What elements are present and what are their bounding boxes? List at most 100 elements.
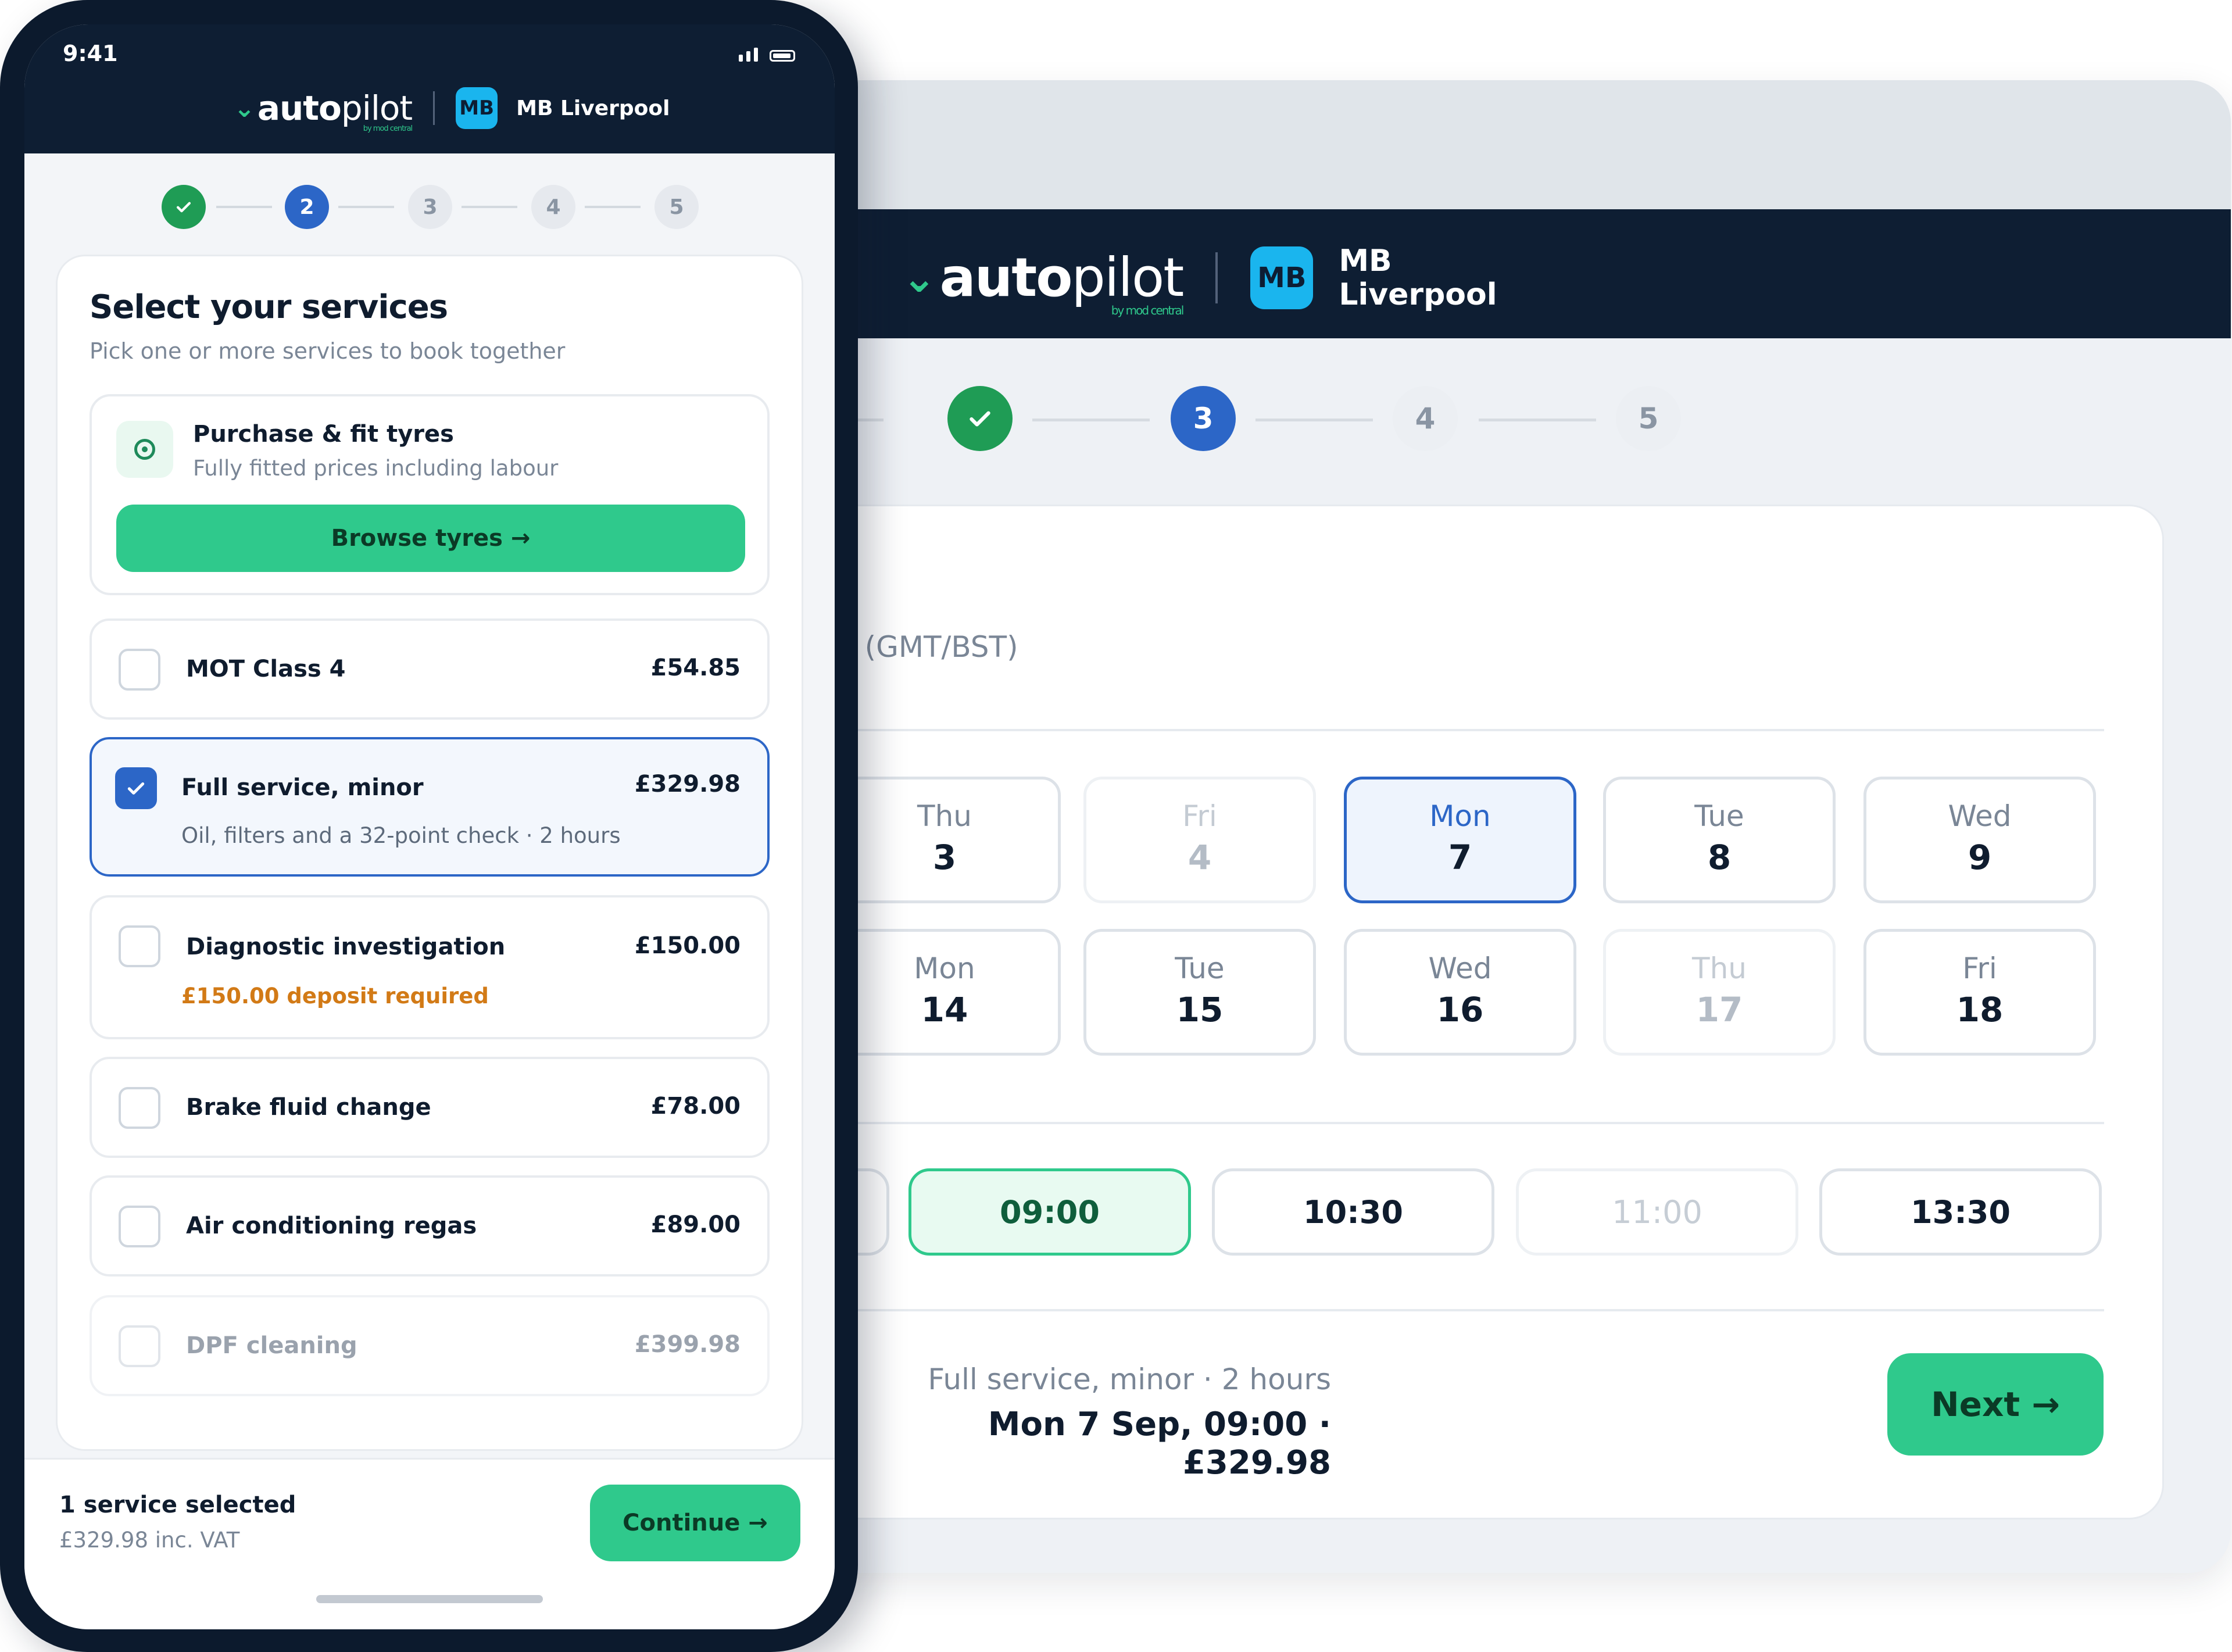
time-slot-0900[interactable]: 09:00 bbox=[908, 1168, 1191, 1256]
service-price: £329.98 bbox=[634, 771, 741, 798]
day-name: Thu bbox=[917, 799, 972, 833]
service-price: £89.00 bbox=[650, 1211, 741, 1238]
step-connector bbox=[338, 206, 394, 208]
service-row-mot[interactable]: MOT Class 4 £54.85 bbox=[90, 618, 770, 720]
deposit-note: £150.00 deposit required bbox=[181, 984, 489, 1009]
logo-bold: auto bbox=[939, 246, 1073, 309]
selected-total: £329.98 inc. VAT bbox=[59, 1528, 240, 1553]
home-indicator bbox=[316, 1595, 543, 1603]
logo-sub: by mod central bbox=[1111, 303, 1185, 317]
day-name: Fri bbox=[1962, 952, 1997, 985]
tyre-dot bbox=[142, 446, 148, 452]
date-thu-17: Thu 17 bbox=[1603, 929, 1836, 1056]
service-row-brake-fluid[interactable]: Brake fluid change £78.00 bbox=[90, 1057, 770, 1158]
desktop-step-4: 4 bbox=[1393, 386, 1458, 451]
service-checkbox[interactable] bbox=[115, 767, 157, 809]
day-date: 8 bbox=[1707, 838, 1732, 877]
booking-summary-service: Full service, minor · 2 hours bbox=[928, 1363, 1331, 1396]
continue-button[interactable]: Continue → bbox=[590, 1485, 800, 1561]
day-date: 15 bbox=[1176, 990, 1224, 1029]
service-name: Diagnostic investigation bbox=[186, 934, 506, 960]
service-checkbox[interactable] bbox=[119, 649, 160, 691]
service-name: MOT Class 4 bbox=[186, 656, 346, 682]
page-title: Select your services bbox=[90, 288, 448, 326]
time-slot-1330[interactable]: 13:30 bbox=[1819, 1168, 2102, 1256]
desktop-step-5: 5 bbox=[1616, 386, 1681, 451]
selected-count: 1 service selected bbox=[59, 1492, 296, 1518]
desktop-header: ⌄ autopilot by mod central MB MB Liverpo… bbox=[698, 209, 2231, 338]
day-date: 7 bbox=[1448, 838, 1472, 877]
date-tue-15[interactable]: Tue 15 bbox=[1083, 929, 1316, 1056]
section-divider bbox=[837, 1309, 2104, 1311]
service-name: Full service, minor bbox=[181, 774, 424, 801]
step-connector bbox=[1256, 419, 1373, 421]
garage-name-line2: Liverpool bbox=[1339, 277, 1497, 312]
section-divider bbox=[837, 1122, 2104, 1124]
check-icon bbox=[970, 411, 990, 427]
step-connector bbox=[462, 206, 517, 208]
day-date: 18 bbox=[1956, 990, 2004, 1029]
service-row-air-con[interactable]: Air conditioning regas £89.00 bbox=[90, 1175, 770, 1276]
service-checkbox[interactable] bbox=[119, 1325, 160, 1367]
check-icon bbox=[127, 782, 145, 795]
day-date: 9 bbox=[1968, 838, 1992, 877]
check-icon bbox=[176, 202, 191, 213]
day-name: Mon bbox=[914, 952, 975, 985]
service-row-full-service[interactable]: Full service, minor £329.98 Oil, filters… bbox=[90, 737, 770, 877]
tyres-subtitle: Fully fitted prices including labour bbox=[193, 456, 559, 481]
day-name: Tue bbox=[1694, 799, 1744, 833]
service-price: £54.85 bbox=[650, 655, 741, 681]
battery-icon bbox=[770, 50, 795, 62]
phone-brand: ⌄ autopilot by mod central MB MB Liverpo… bbox=[234, 87, 670, 133]
desktop-step-1 bbox=[947, 386, 1013, 451]
time-slot-1100: 11:00 bbox=[1516, 1168, 1798, 1256]
service-price: £399.98 bbox=[634, 1331, 741, 1358]
day-name: Fri bbox=[1182, 799, 1217, 833]
day-date: 3 bbox=[932, 838, 957, 877]
garage-name-line1: MB bbox=[1339, 244, 1392, 278]
status-icons bbox=[739, 48, 795, 62]
phone-step-2: 2 bbox=[285, 185, 329, 229]
service-row-dpf[interactable]: DPF cleaning £399.98 bbox=[90, 1295, 770, 1396]
step-connector bbox=[1032, 419, 1150, 421]
tyres-title: Purchase & fit tyres bbox=[193, 421, 454, 448]
tyre-icon bbox=[116, 421, 173, 478]
day-name: Thu bbox=[1692, 952, 1747, 985]
booking-summary-datetime: Mon 7 Sep, 09:00 · £329.98 bbox=[988, 1406, 1331, 1482]
date-wed-16[interactable]: Wed 16 bbox=[1344, 929, 1576, 1056]
tyre-ring bbox=[134, 439, 155, 460]
day-date: 17 bbox=[1696, 990, 1743, 1029]
day-date: 14 bbox=[921, 990, 968, 1029]
garage-badge: MB bbox=[456, 87, 498, 129]
desktop-titlebar bbox=[698, 80, 2231, 209]
service-description: Oil, filters and a 32-point check · 2 ho… bbox=[181, 823, 621, 848]
date-fri-18[interactable]: Fri 18 bbox=[1863, 929, 2096, 1056]
date-wed-9[interactable]: Wed 9 bbox=[1863, 777, 2096, 903]
service-checkbox[interactable] bbox=[119, 1206, 160, 1247]
date-tue-8[interactable]: Tue 8 bbox=[1603, 777, 1836, 903]
phone-step-5: 5 bbox=[654, 185, 699, 229]
logo-sub: by mod central bbox=[363, 124, 413, 133]
service-row-diagnostic[interactable]: Diagnostic investigation £150.00 £150.00… bbox=[90, 895, 770, 1039]
garage-name: MB Liverpool bbox=[516, 96, 670, 120]
service-name: Brake fluid change bbox=[186, 1094, 431, 1121]
date-thu-3[interactable]: Thu 3 bbox=[828, 777, 1061, 903]
desktop-brand: ⌄ autopilot by mod central MB MB Liverpo… bbox=[902, 244, 1497, 316]
time-slot-1030[interactable]: 10:30 bbox=[1212, 1168, 1494, 1256]
date-mon-7[interactable]: Mon 7 bbox=[1344, 777, 1576, 903]
service-checkbox[interactable] bbox=[119, 925, 160, 967]
service-price: £78.00 bbox=[650, 1093, 741, 1120]
step-connector bbox=[1479, 419, 1596, 421]
service-checkbox[interactable] bbox=[119, 1087, 160, 1129]
date-mon-14[interactable]: Mon 14 bbox=[828, 929, 1061, 1056]
autopilot-logo: autopilot by mod central bbox=[257, 88, 413, 133]
date-fri-4: Fri 4 bbox=[1083, 777, 1316, 903]
garage-badge: MB bbox=[1250, 246, 1314, 309]
desktop-step-3: 3 bbox=[1171, 386, 1236, 451]
logo-bold: auto bbox=[257, 88, 342, 128]
day-name: Mon bbox=[1429, 799, 1491, 833]
next-button[interactable]: Next → bbox=[1887, 1353, 2104, 1456]
signal-icon bbox=[754, 48, 758, 62]
browse-tyres-button[interactable]: Browse tyres → bbox=[116, 505, 745, 572]
status-time: 9:41 bbox=[63, 41, 118, 66]
